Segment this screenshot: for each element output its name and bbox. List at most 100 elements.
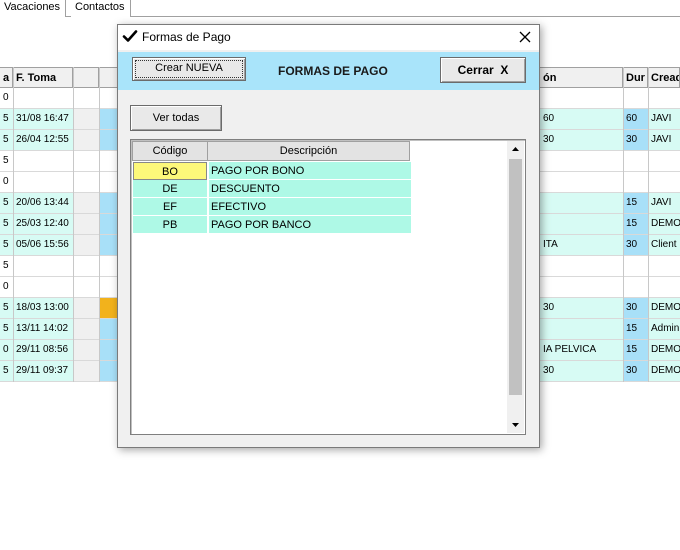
grid-cell	[99, 340, 119, 360]
grid-cell	[648, 151, 680, 171]
grid-cell: 29/11 09:37	[13, 361, 73, 381]
vertical-scrollbar[interactable]	[507, 141, 524, 433]
column-header-code[interactable]: Código	[132, 141, 208, 161]
grid-cell	[13, 277, 73, 297]
grid-cell	[540, 319, 623, 339]
arrow-down-icon[interactable]	[507, 417, 524, 433]
grid-header[interactable]: F. Toma	[13, 67, 73, 88]
grid-cell: 13/11 14:02	[13, 319, 73, 339]
grid-cell	[13, 172, 73, 192]
list-item[interactable]: EF EFECTIVO	[133, 198, 411, 216]
grid-cell	[99, 235, 119, 255]
grid-cell: 30	[623, 130, 648, 150]
grid-cell: 0	[0, 340, 13, 360]
grid-header[interactable]: a	[0, 67, 13, 88]
view-all-button[interactable]: Ver todas	[130, 105, 222, 131]
grid-cell: 30	[540, 130, 623, 150]
payment-code[interactable]: DE	[133, 180, 207, 198]
create-new-button[interactable]: Crear NUEVA	[132, 57, 246, 81]
grid-cell	[99, 193, 119, 213]
grid-header[interactable]: Cread	[648, 67, 680, 88]
scrollbar-thumb[interactable]	[509, 159, 522, 395]
grid-cell	[99, 277, 119, 297]
grid-cell	[648, 256, 680, 276]
grid-cell: 60	[623, 109, 648, 129]
grid-column-divider	[648, 67, 649, 382]
grid-cell: 30	[540, 298, 623, 318]
grid-cell: 5	[0, 235, 13, 255]
grid-cell	[99, 130, 119, 150]
dialog-titlebar: Formas de Pago	[118, 25, 539, 50]
payment-code[interactable]: EF	[133, 198, 207, 216]
grid-cell	[623, 151, 648, 171]
grid-cell	[73, 235, 99, 255]
grid-cell: JAVI	[648, 193, 680, 213]
close-button[interactable]: Cerrar X	[440, 57, 526, 83]
grid-cell: IA PELVICA	[540, 340, 623, 360]
dialog-header: Crear NUEVA FORMAS DE PAGO Cerrar X	[118, 52, 539, 90]
payment-methods-dialog: Formas de Pago Crear NUEVA FORMAS DE PAG…	[117, 24, 540, 448]
grid-cell	[73, 340, 99, 360]
payment-description[interactable]: DESCUENTO	[209, 180, 411, 198]
grid-header[interactable]	[99, 67, 119, 88]
list-item[interactable]: DE DESCUENTO	[133, 180, 411, 198]
grid-cell: 31/08 16:47	[13, 109, 73, 129]
payment-methods-list[interactable]: Código Descripción BO PAGO POR BONO DE DESC…	[130, 139, 526, 435]
grid-cell	[13, 256, 73, 276]
grid-header[interactable]	[73, 67, 99, 88]
grid-cell: 05/06 15:56	[13, 235, 73, 255]
grid-cell: 30	[540, 361, 623, 381]
grid-cell: 25/03 12:40	[13, 214, 73, 234]
grid-cell	[540, 277, 623, 297]
payment-description[interactable]: PAGO POR BANCO	[209, 216, 411, 234]
grid-cell	[13, 88, 73, 108]
grid-cell	[99, 214, 119, 234]
checkmark-icon	[122, 30, 138, 42]
grid-cell	[99, 172, 119, 192]
grid-cell	[623, 88, 648, 108]
grid-column-divider	[623, 67, 624, 382]
grid-cell	[540, 88, 623, 108]
grid-cell: 30	[623, 298, 648, 318]
grid-cell	[73, 277, 99, 297]
grid-cell: DEMO	[648, 214, 680, 234]
grid-cell: JAVI	[648, 109, 680, 129]
grid-cell	[73, 298, 99, 318]
grid-cell: 0	[3, 92, 9, 103]
grid-cell: ITA	[540, 235, 623, 255]
grid-cell	[540, 151, 623, 171]
tab-vacaciones[interactable]: Vacaciones	[0, 0, 67, 17]
grid-header[interactable]: ón	[540, 67, 623, 88]
grid-column-divider	[99, 67, 100, 382]
grid-cell: Admin	[648, 319, 680, 339]
column-header-description[interactable]: Descripción	[207, 141, 410, 161]
grid-cell: 30	[623, 361, 648, 381]
grid-cell	[99, 109, 119, 129]
grid-cell	[73, 151, 99, 171]
grid-cell: 29/11 08:56	[13, 340, 73, 360]
grid-cell	[540, 172, 623, 192]
grid-cell	[540, 193, 623, 213]
grid-cell	[73, 214, 99, 234]
payment-code[interactable]: BO	[133, 162, 207, 180]
arrow-up-icon[interactable]	[507, 141, 524, 157]
grid-cell: 20/06 13:44	[13, 193, 73, 213]
grid-header[interactable]: Dur	[623, 67, 648, 88]
payment-description[interactable]: EFECTIVO	[209, 198, 411, 216]
grid-cell	[540, 256, 623, 276]
grid-cell: 15	[623, 214, 648, 234]
grid-cell: 15	[623, 340, 648, 360]
grid-cell: 30	[623, 235, 648, 255]
tab-contactos[interactable]: Contactos	[71, 0, 131, 17]
list-item[interactable]: BO PAGO POR BONO	[133, 162, 411, 180]
grid-cell: DEMO	[648, 340, 680, 360]
payment-description[interactable]: PAGO POR BONO	[209, 162, 411, 180]
tab-bar: Vacaciones Contactos	[0, 0, 680, 17]
list-item[interactable]: PB PAGO POR BANCO	[133, 216, 411, 234]
payment-code[interactable]: PB	[133, 216, 207, 234]
grid-cell: Client	[648, 235, 680, 255]
close-icon[interactable]	[517, 29, 533, 45]
grid-cell	[73, 193, 99, 213]
grid-cell: 15	[623, 319, 648, 339]
grid-cell	[99, 361, 119, 381]
